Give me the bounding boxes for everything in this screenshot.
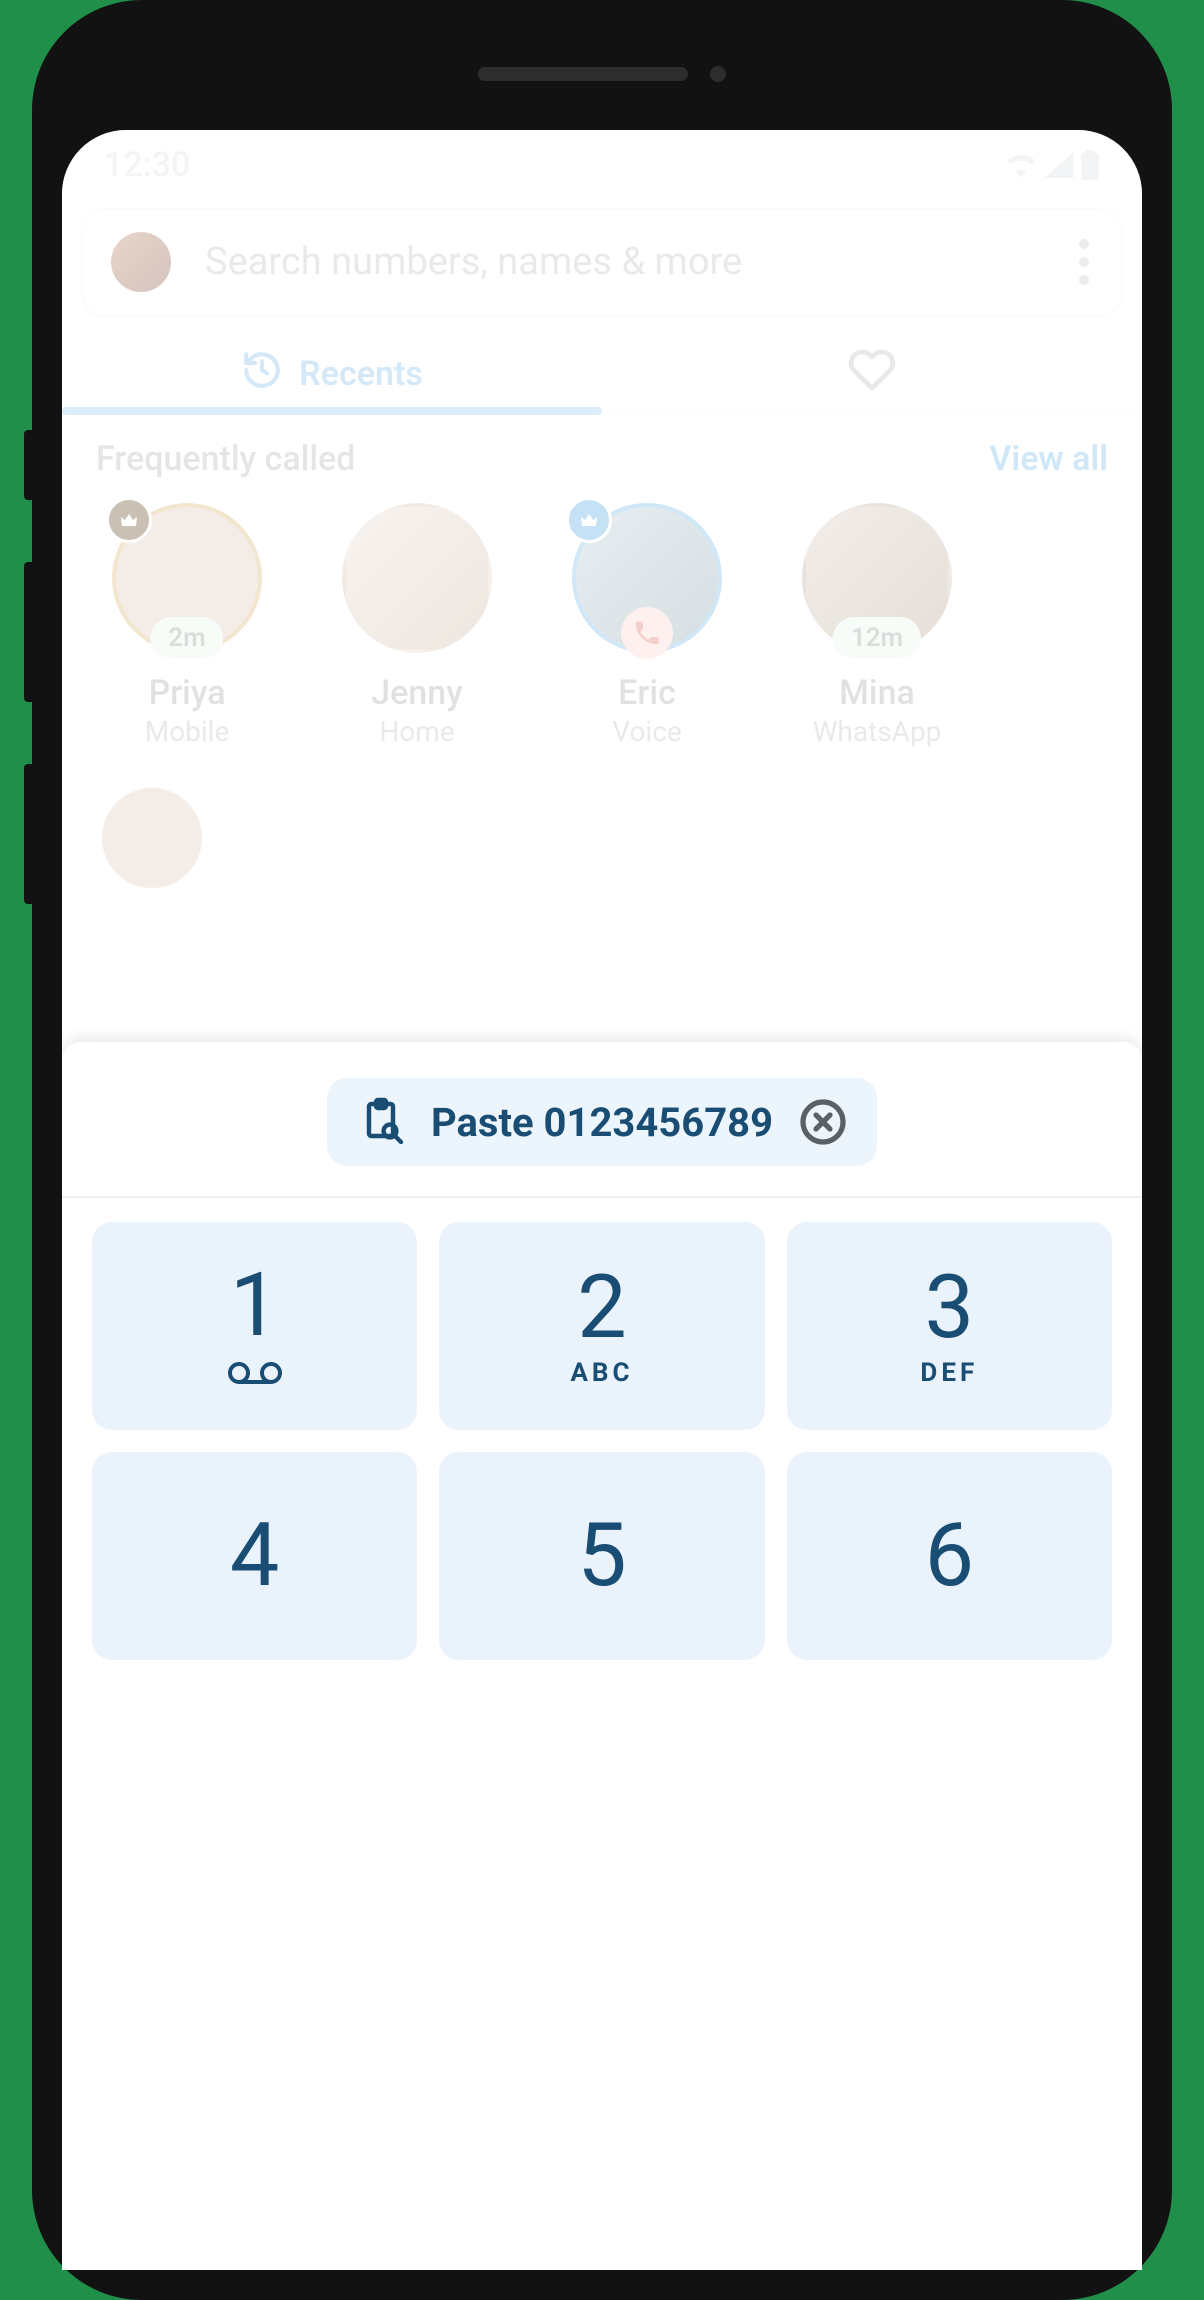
tab-recents-label: Recents: [299, 354, 423, 394]
status-bar: 12:30: [62, 130, 1142, 200]
keypad: 1 2 ABC 3 DEF 4 5: [62, 1198, 1142, 1660]
contact-name: Mina: [839, 673, 915, 713]
contact-name: Jenny: [371, 673, 463, 713]
contact-sub: Mobile: [145, 715, 230, 748]
key-digit: 5: [577, 1512, 626, 1600]
phone-speaker: [32, 66, 1172, 82]
paste-chip[interactable]: Paste 0123456789: [327, 1078, 877, 1166]
key-3[interactable]: 3 DEF: [787, 1222, 1112, 1430]
phone-frame: 12:30 Search numbers, names & more: [32, 0, 1172, 2300]
key-digit: 4: [230, 1512, 279, 1600]
crown-icon: [566, 497, 612, 543]
section-header: Frequently called View all: [62, 415, 1142, 489]
tab-favorites[interactable]: [602, 334, 1142, 414]
tabs: Recents: [62, 334, 1142, 415]
key-digit: 1: [230, 1262, 279, 1350]
signal-icon: [1044, 152, 1074, 178]
key-1[interactable]: 1: [92, 1222, 417, 1430]
profile-avatar[interactable]: [111, 232, 171, 292]
key-sub: ABC: [570, 1358, 633, 1388]
crown-icon: [106, 497, 152, 543]
contact-sub: WhatsApp: [813, 715, 942, 748]
screen: 12:30 Search numbers, names & more: [62, 130, 1142, 2270]
voicemail-icon: [227, 1360, 283, 1390]
key-sub: DEF: [920, 1358, 978, 1388]
list-item[interactable]: [62, 748, 1142, 888]
clipboard-search-icon: [359, 1096, 407, 1148]
contact-name: Eric: [618, 673, 676, 713]
view-all-link[interactable]: View all: [989, 439, 1108, 479]
close-icon[interactable]: [797, 1096, 849, 1148]
battery-icon: [1080, 150, 1100, 180]
search-bar[interactable]: Search numbers, names & more: [82, 208, 1122, 316]
key-digit: 2: [577, 1264, 626, 1352]
contact-sub: Voice: [612, 715, 681, 748]
key-5[interactable]: 5: [439, 1452, 764, 1660]
key-2[interactable]: 2 ABC: [439, 1222, 764, 1430]
wifi-icon: [1004, 152, 1038, 178]
contact-name: Priya: [148, 673, 225, 713]
tab-recents[interactable]: Recents: [62, 334, 602, 414]
call-badge-icon: [621, 607, 673, 659]
frequent-contact[interactable]: 12m Mina WhatsApp: [792, 503, 962, 748]
key-4[interactable]: 4: [92, 1452, 417, 1660]
time-badge: 2m: [150, 617, 223, 659]
time-badge: 12m: [833, 617, 921, 659]
contact-sub: Home: [379, 715, 454, 748]
frequent-contact[interactable]: Eric Voice: [562, 503, 732, 748]
frequent-contact[interactable]: 2m Priya Mobile: [102, 503, 272, 748]
key-digit: 3: [925, 1264, 974, 1352]
section-title: Frequently called: [96, 439, 355, 479]
frequent-contact[interactable]: Jenny Home: [332, 503, 502, 748]
dial-sheet: Paste 0123456789 1 2 ABC: [62, 1042, 1142, 2270]
heart-icon: [848, 346, 896, 403]
more-menu-icon[interactable]: [1075, 239, 1093, 285]
status-time: 12:30: [104, 145, 190, 185]
paste-label: Paste 0123456789: [431, 1099, 773, 1146]
history-icon: [241, 349, 283, 400]
status-icons: [1004, 150, 1100, 180]
avatar: [342, 503, 492, 653]
avatar: [102, 788, 202, 888]
search-placeholder: Search numbers, names & more: [205, 240, 1041, 284]
frequent-row: 2m Priya Mobile Jenny Home: [62, 489, 1142, 748]
key-6[interactable]: 6: [787, 1452, 1112, 1660]
phone-side-buttons: [24, 430, 32, 904]
key-digit: 6: [925, 1512, 974, 1600]
